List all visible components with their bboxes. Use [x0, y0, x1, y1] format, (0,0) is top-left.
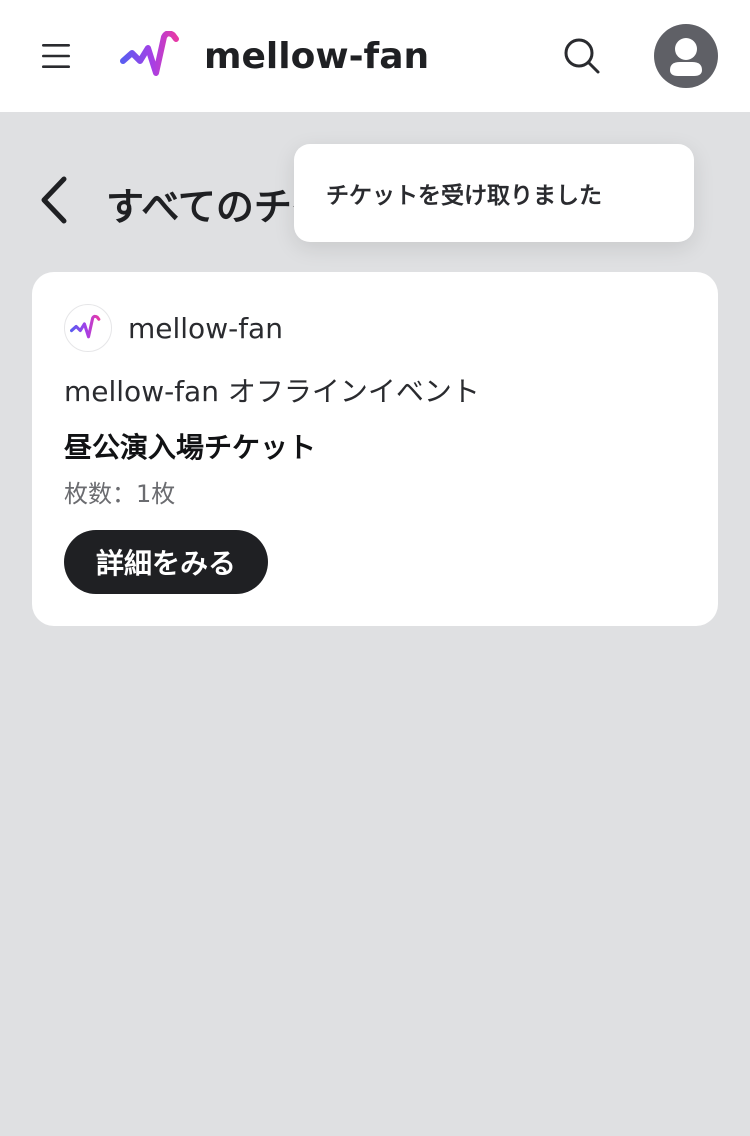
- ticket-card: mellow-fan mellow-fan オフラインイベント 昼公演入場チケッ…: [32, 272, 718, 626]
- search-button[interactable]: [558, 32, 606, 80]
- organizer-name: mellow-fan: [128, 311, 283, 345]
- hamburger-menu-icon: [42, 44, 70, 68]
- ticket-name: 昼公演入場チケット: [64, 431, 317, 464]
- view-details-button[interactable]: 詳細をみる: [64, 530, 268, 594]
- user-avatar-button[interactable]: [654, 24, 718, 88]
- brand-logo[interactable]: mellow-fan: [120, 30, 429, 82]
- mellow-fan-logo-icon: [120, 31, 190, 76]
- toast-message: チケットを受け取りました: [326, 183, 602, 209]
- back-button[interactable]: [30, 174, 78, 226]
- search-icon: [564, 38, 600, 74]
- event-name: mellow-fan オフラインイベント: [64, 375, 480, 408]
- user-avatar-icon: [670, 38, 702, 76]
- toast-notification: チケットを受け取りました: [294, 144, 694, 242]
- app-header: mellow-fan: [0, 0, 750, 112]
- organizer-logo: [64, 304, 112, 352]
- chevron-left-icon: [41, 176, 67, 224]
- brand-name: mellow-fan: [204, 35, 430, 77]
- menu-button[interactable]: [28, 30, 84, 82]
- mellow-fan-logo-icon: [70, 314, 106, 339]
- organizer-row[interactable]: mellow-fan: [64, 304, 283, 352]
- ticket-count: 枚数：1枚: [64, 480, 176, 508]
